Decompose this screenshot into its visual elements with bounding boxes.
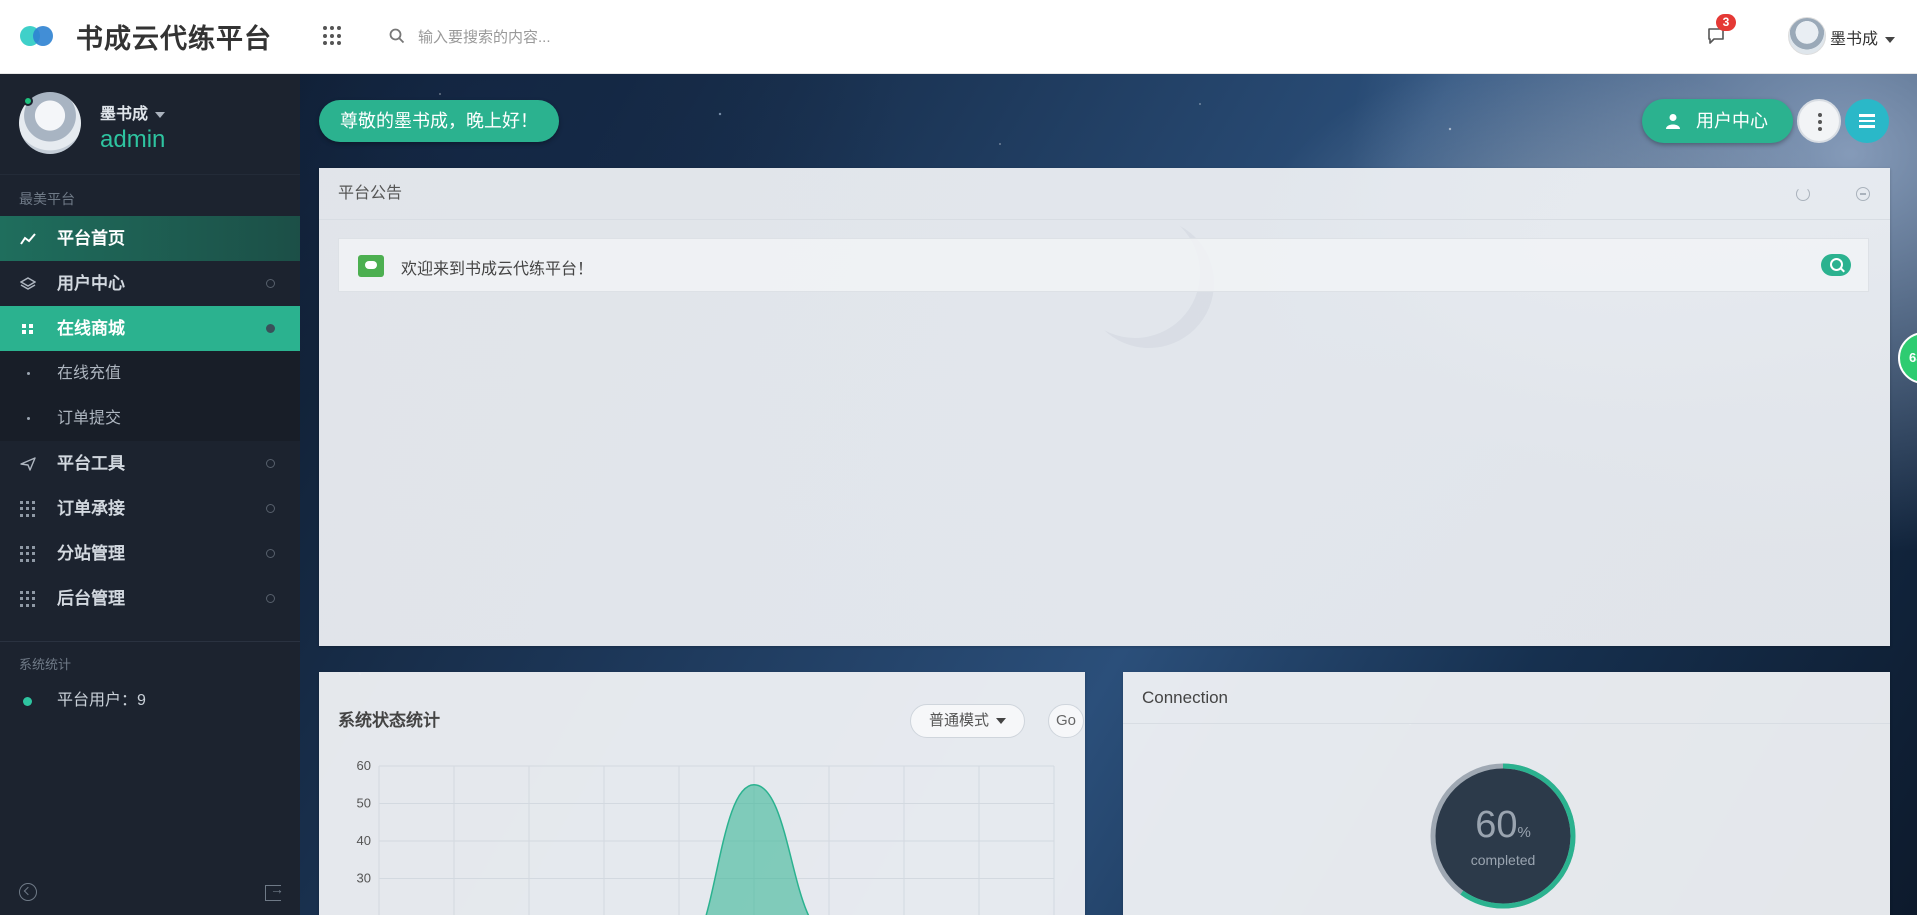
search-input[interactable] <box>418 22 818 52</box>
greeting-badge: 尊敬的墨书成，晚上好！ <box>319 100 559 142</box>
layers-icon <box>20 277 36 290</box>
chevron-down-icon <box>996 718 1007 725</box>
user-name: 墨书成 <box>1830 31 1879 48</box>
y-tick-label: 60 <box>357 758 371 773</box>
panel-title: 系统状态统计 <box>338 711 440 730</box>
progress-donut: 60% completed <box>1429 762 1577 910</box>
mode-dropdown-button[interactable]: 普通模式 <box>910 704 1026 738</box>
top-header: 书成云代练平台 3 墨书成 <box>0 0 1917 74</box>
message-count-badge: 3 <box>1716 14 1736 31</box>
brand-title: 书成云代练平台 <box>76 24 272 54</box>
main-content: 尊敬的墨书成，晚上好！ 用户中心 平台公告 欢迎来到书成云代练平台！ 系统状态统… <box>300 74 1917 915</box>
sidebar-item-orders[interactable]: 订单承接 <box>0 486 300 531</box>
grid-icon <box>22 324 33 334</box>
y-tick-label: 30 <box>357 871 371 886</box>
expand-indicator-icon <box>266 504 275 513</box>
notice-panel: 平台公告 欢迎来到书成云代练平台！ <box>319 168 1890 646</box>
chevron-down-icon <box>155 111 166 118</box>
stats-area-chart: 60 50 40 30 <box>357 758 1055 915</box>
chat-icon <box>358 255 384 277</box>
sidebar-item-label: 在线商城 <box>57 319 125 338</box>
grid-dots-icon <box>20 546 36 562</box>
profile-name: 墨书成 <box>100 106 149 123</box>
expand-indicator-icon <box>266 324 275 333</box>
sidebar-item-admin[interactable]: 后台管理 <box>0 576 300 621</box>
sidebar-item-label: 分站管理 <box>57 544 125 563</box>
panel-title: Connection <box>1123 672 1890 724</box>
sidebar-subitem-submit-order[interactable]: 订单提交 <box>0 396 300 441</box>
online-status-icon <box>23 96 33 106</box>
search-icon[interactable] <box>1821 254 1851 276</box>
progress-value: 60% <box>1475 804 1531 846</box>
series-area <box>705 783 810 915</box>
section-label: 最美平台 <box>0 174 300 216</box>
grid-dots-icon <box>20 591 36 607</box>
notice-message: 欢迎来到书成云代练平台！ <box>401 261 594 278</box>
logo-icon <box>20 26 56 46</box>
sidebar-subitem-label: 订单提交 <box>57 410 122 427</box>
collapse-sidebar-icon[interactable] <box>19 883 37 901</box>
chart-line-icon <box>20 233 36 245</box>
progress-label: completed <box>1470 852 1536 868</box>
profile-name-dropdown[interactable]: 墨书成 <box>100 100 166 124</box>
profile-role: admin <box>100 126 166 153</box>
sidebar: 墨书成 admin 最美平台 平台首页 用户中心 在线商城 在线充值 订单提交 … <box>0 74 300 915</box>
expand-indicator-icon <box>266 549 275 558</box>
search-icon[interactable] <box>389 28 405 44</box>
go-button[interactable]: Go <box>1048 704 1084 738</box>
refresh-icon[interactable] <box>1796 187 1810 201</box>
paper-plane-icon <box>20 457 36 471</box>
expand-indicator-icon <box>266 459 275 468</box>
sidebar-item-online-mall[interactable]: 在线商城 <box>0 306 300 351</box>
grid-dots-icon <box>20 501 36 517</box>
sidebar-item-label: 用户中心 <box>57 274 125 293</box>
sidebar-item-label: 后台管理 <box>57 589 125 608</box>
collapse-icon[interactable] <box>1856 187 1870 201</box>
y-tick-label: 40 <box>357 833 371 848</box>
expand-indicator-icon <box>266 594 275 603</box>
system-stats-panel: 系统状态统计 普通模式 Go 60 50 40 30 <box>319 672 1085 915</box>
sidebar-subitem-recharge[interactable]: 在线充值 <box>0 351 300 396</box>
sidebar-item-home[interactable]: 平台首页 <box>0 216 300 261</box>
mode-label: 普通模式 <box>929 712 990 729</box>
user-center-button[interactable]: 用户中心 <box>1642 99 1793 143</box>
sidebar-item-tools[interactable]: 平台工具 <box>0 441 300 486</box>
section-label: 系统统计 <box>0 641 300 679</box>
expand-indicator-icon <box>266 279 275 288</box>
chevron-down-icon <box>1885 36 1896 43</box>
avatar[interactable] <box>1788 17 1826 55</box>
stat-platform-users: 平台用户：9 <box>0 679 300 723</box>
user-menu[interactable]: 墨书成 <box>1830 25 1896 49</box>
panel-header: 平台公告 <box>319 168 1890 220</box>
menu-toggle-button[interactable] <box>1845 99 1889 143</box>
apps-grid-icon[interactable] <box>323 26 343 46</box>
sidebar-item-label: 订单承接 <box>57 499 125 518</box>
sidebar-subitem-label: 在线充值 <box>57 365 122 382</box>
stat-label: 平台用户：9 <box>57 692 146 709</box>
notice-item: 欢迎来到书成云代练平台！ <box>338 238 1869 292</box>
sidebar-item-user-center[interactable]: 用户中心 <box>0 261 300 306</box>
sidebar-item-substation[interactable]: 分站管理 <box>0 531 300 576</box>
connection-panel: Connection 60% completed <box>1123 672 1890 915</box>
y-tick-label: 50 <box>357 796 371 811</box>
logout-icon[interactable] <box>265 881 284 901</box>
sidebar-profile: 墨书成 admin <box>0 74 300 174</box>
more-options-button[interactable] <box>1797 99 1841 143</box>
panel-title: 平台公告 <box>338 185 403 202</box>
sidebar-item-label: 平台工具 <box>57 454 125 473</box>
user-center-label: 用户中心 <box>1696 111 1768 131</box>
sidebar-item-label: 平台首页 <box>57 229 125 248</box>
user-icon <box>1666 114 1680 129</box>
